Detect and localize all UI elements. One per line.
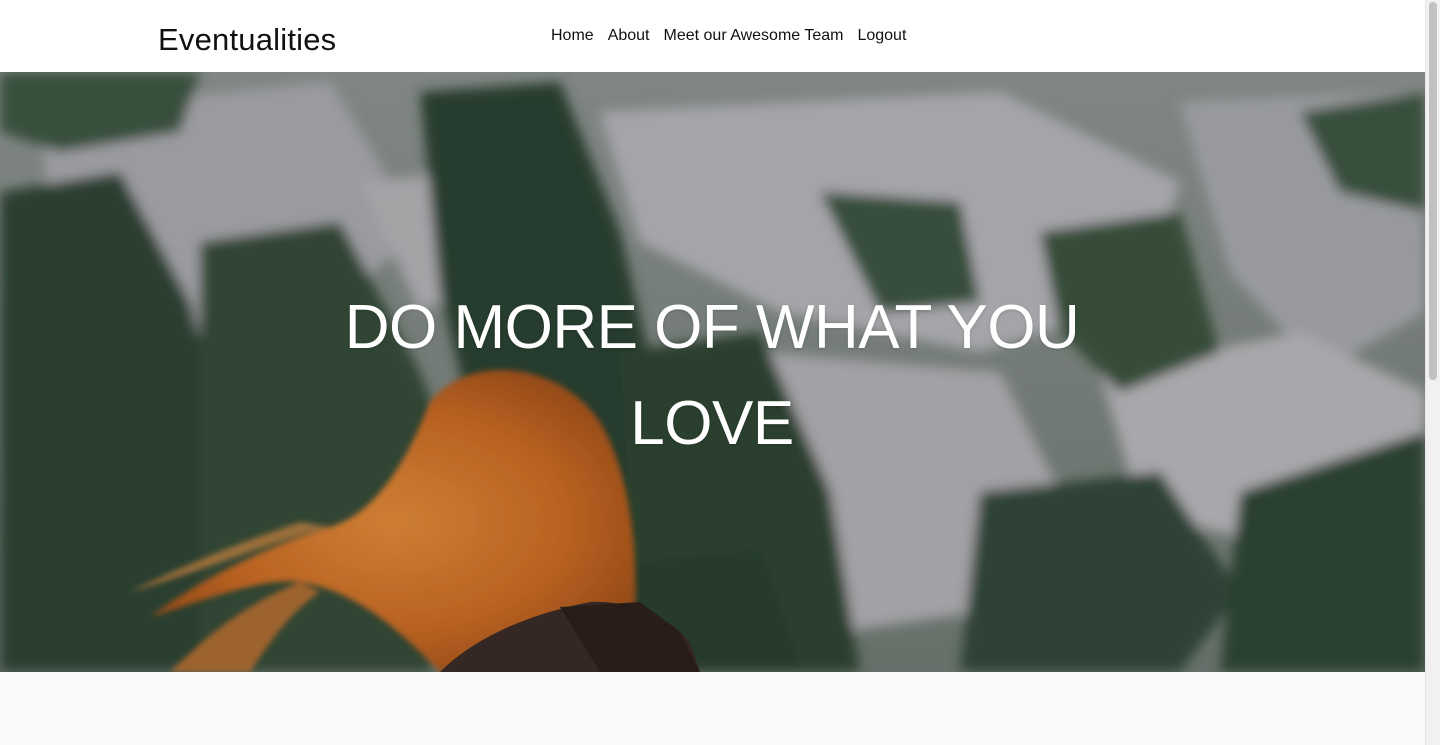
nav-link-logout[interactable]: Logout — [857, 24, 906, 48]
scrollbar-thumb[interactable] — [1429, 2, 1437, 380]
navbar: Eventualities Home About Meet our Awesom… — [0, 0, 1425, 72]
brand-logo-link[interactable]: Eventualities — [158, 20, 336, 60]
nav-menu: Home About Meet our Awesome Team Logout — [551, 24, 906, 48]
hero-section: DO MORE OF WHAT YOU LOVE — [0, 72, 1425, 672]
hero-title: DO MORE OF WHAT YOU LOVE — [344, 293, 1080, 458]
nav-item-home: Home — [551, 24, 594, 48]
nav-item-team: Meet our Awesome Team — [664, 24, 844, 48]
nav-link-team[interactable]: Meet our Awesome Team — [664, 24, 844, 48]
nav-item-logout: Logout — [857, 24, 906, 48]
page: Eventualities Home About Meet our Awesom… — [0, 0, 1425, 745]
nav-item-about: About — [608, 24, 650, 48]
content-section — [0, 672, 1425, 745]
nav-link-about[interactable]: About — [608, 24, 650, 48]
nav-link-home[interactable]: Home — [551, 24, 594, 48]
